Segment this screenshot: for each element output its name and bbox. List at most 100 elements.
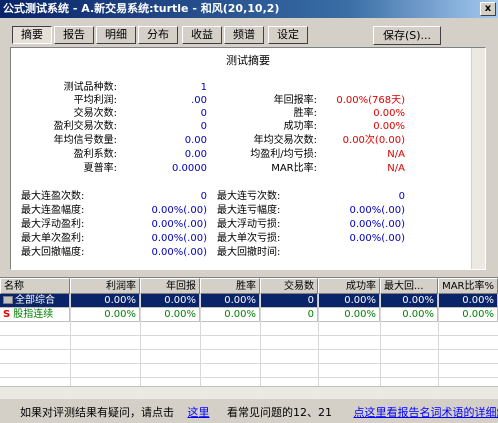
cell: 0.00% (200, 308, 260, 322)
column-header-mar[interactable]: MAR比率% (438, 278, 498, 294)
tab-distribution[interactable]: 分布 (138, 26, 178, 44)
cell: 0 (260, 294, 318, 308)
results-grid: 名称 利润率 年回报 胜率 交易数 成功率 最大回... MAR比率% 全部综合… (0, 277, 498, 400)
column-header-winrate[interactable]: 胜率 (200, 278, 260, 294)
stat-label: 夏普率: (83, 163, 117, 174)
close-icon[interactable]: x (480, 2, 496, 16)
grid-line (70, 294, 71, 400)
stat-label: 最大连亏次数: (217, 191, 281, 202)
stat-value: 0.00% (373, 108, 405, 119)
series-marker: S (3, 309, 11, 320)
tab-summary[interactable]: 摘要 (12, 26, 52, 44)
status-bar: 如果对评测结果有疑问，请点击 这里 看常见问题的12、21 点这里看报告名词术语… (0, 402, 498, 423)
stat-value: 0.00%(.00) (151, 247, 207, 258)
status-text-middle: 看常见问题的12、21 (227, 406, 332, 419)
stat-label: 平均利润: (73, 95, 117, 106)
empty-row (0, 336, 498, 350)
stat-label: 最大回撤幅度: (21, 247, 85, 258)
status-text: 如果对评测结果有疑问，请点击 (20, 406, 174, 419)
stat-value: 0.00次(0.00) (342, 135, 405, 146)
stat-value: N/A (387, 149, 405, 160)
stat-value: 0.00%(768天) (336, 95, 405, 106)
empty-row (0, 350, 498, 364)
stat-value: 0.00%(.00) (151, 205, 207, 216)
splitter[interactable] (0, 272, 498, 276)
stat-value: 0.00%(.00) (151, 233, 207, 244)
stat-label: 最大连亏幅度: (217, 205, 281, 216)
tab-report[interactable]: 报告 (54, 26, 94, 44)
stat-label: 成功率: (283, 121, 317, 132)
grid-line (318, 294, 319, 400)
cell: 0.00% (318, 294, 380, 308)
stat-value: N/A (387, 163, 405, 174)
folder-icon (3, 296, 13, 304)
column-header-maxdd[interactable]: 最大回... (380, 278, 438, 294)
stat-label: 年均交易次数: (253, 135, 317, 146)
row-name: S 股指连续 (0, 308, 70, 322)
tab-settings[interactable]: 设定 (268, 26, 308, 44)
summary-scrollbar[interactable] (471, 48, 485, 269)
cell: 0 (260, 308, 318, 322)
table-row[interactable]: 全部综合 0.00% 0.00% 0.00% 0 0.00% 0.00% 0.0… (0, 294, 498, 308)
empty-row (0, 364, 498, 378)
row-name: 全部综合 (0, 294, 70, 308)
cell: 0.00% (380, 308, 438, 322)
tab-detail[interactable]: 明细 (96, 26, 136, 44)
column-header-name[interactable]: 名称 (0, 278, 70, 294)
stat-value: 0.00%(.00) (151, 219, 207, 230)
stat-value: .00 (191, 95, 207, 106)
stat-label: 最大浮动亏损: (217, 219, 281, 230)
grid-line (380, 294, 381, 400)
cell: 0.00% (70, 294, 140, 308)
summary-panel: 测试摘要 测试品种数: 1 平均利润: .00 交易次数: 0 盈利交易次数: … (10, 47, 486, 270)
cell: 0.00% (438, 308, 498, 322)
stat-value: 0.00%(.00) (349, 219, 405, 230)
stat-label: 胜率: (293, 108, 317, 119)
stat-label: 最大连盈幅度: (21, 205, 85, 216)
stat-value (321, 247, 405, 259)
stat-value: 0.00% (373, 121, 405, 132)
save-button[interactable]: 保存(S)... (373, 26, 441, 45)
tab-returns[interactable]: 收益 (182, 26, 222, 44)
stat-value: 0 (398, 191, 405, 202)
stat-value: 0 (200, 108, 207, 119)
column-header-success[interactable]: 成功率 (318, 278, 380, 294)
stat-label: 年回报率: (273, 95, 317, 106)
stat-label: 盈利系数: (73, 149, 117, 160)
title-bar: 公式测试系统 - A.新交易系统:turtle - 和风(20,10,2) x (0, 0, 498, 18)
grid-horizontal-scrollbar[interactable] (0, 386, 498, 399)
stat-value: 0.00 (184, 149, 207, 160)
grid-line (260, 294, 261, 400)
glossary-link[interactable]: 点这里看报告名词术语的详细解释 (354, 406, 498, 419)
cell: 0.00% (200, 294, 260, 308)
stat-label: 最大浮动盈利: (21, 219, 85, 230)
stat-label: MAR比率: (271, 163, 317, 174)
column-header-profit[interactable]: 利润率 (70, 278, 140, 294)
column-header-trades[interactable]: 交易数 (260, 278, 318, 294)
cell: 0.00% (140, 308, 200, 322)
stat-label: 盈利交易次数: (53, 121, 117, 132)
stat-value: 0 (200, 121, 207, 132)
stat-label: 测试品种数: (63, 82, 117, 93)
stat-label: 交易次数: (73, 108, 117, 119)
stat-value: 0.0000 (172, 163, 207, 174)
stat-label: 最大单次亏损: (217, 233, 281, 244)
stat-value: 0.00 (184, 135, 207, 146)
table-row[interactable]: S 股指连续 0.00% 0.00% 0.00% 0 0.00% 0.00% 0.… (0, 308, 498, 322)
grid-line (140, 294, 141, 400)
stat-label: 年均信号数量: (53, 135, 117, 146)
tab-spectrum[interactable]: 频谱 (224, 26, 264, 44)
cell: 0.00% (438, 294, 498, 308)
cell: 0.00% (380, 294, 438, 308)
stat-label: 最大连盈次数: (21, 191, 85, 202)
grid-line (200, 294, 201, 400)
empty-row (0, 322, 498, 336)
column-header-annual[interactable]: 年回报 (140, 278, 200, 294)
grid-line (438, 294, 439, 400)
stat-label: 最大回撤时间: (217, 247, 281, 258)
faq-link[interactable]: 这里 (188, 406, 210, 419)
summary-title: 测试摘要 (226, 54, 270, 67)
cell: 0.00% (70, 308, 140, 322)
cell: 0.00% (140, 294, 200, 308)
stat-label: 最大单次盈利: (21, 233, 85, 244)
